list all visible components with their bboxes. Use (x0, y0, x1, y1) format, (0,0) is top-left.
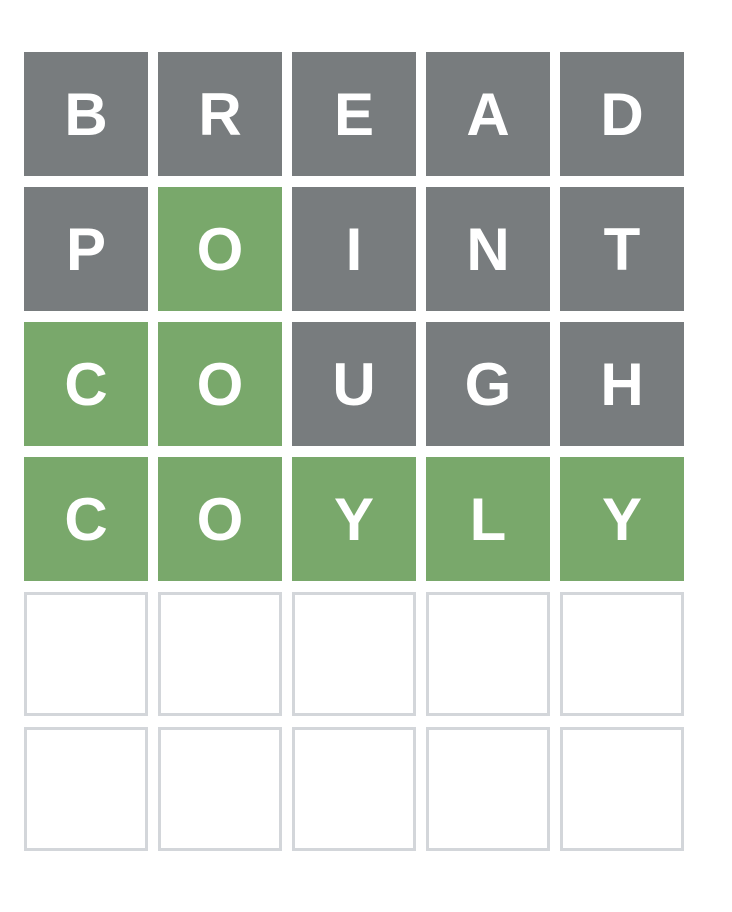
tile-r2-c1: P (24, 187, 148, 311)
tile-r1-c5: D (560, 52, 684, 176)
tile-r5-c1 (24, 592, 148, 716)
game-board: B R E A D P O I N T C O U G H C O Y L Y (24, 52, 684, 851)
tile-r6-c5 (560, 727, 684, 851)
tile-r5-c5 (560, 592, 684, 716)
tile-r1-c3: E (292, 52, 416, 176)
tile-r3-c3: U (292, 322, 416, 446)
tile-r4-c5: Y (560, 457, 684, 581)
tile-r6-c4 (426, 727, 550, 851)
tile-r4-c1: C (24, 457, 148, 581)
tile-r2-c3: I (292, 187, 416, 311)
tile-r6-c1 (24, 727, 148, 851)
tile-r2-c4: N (426, 187, 550, 311)
tile-r1-c4: A (426, 52, 550, 176)
tile-r4-c2: O (158, 457, 282, 581)
tile-r1-c2: R (158, 52, 282, 176)
tile-r1-c1: B (24, 52, 148, 176)
tile-r4-c4: L (426, 457, 550, 581)
tile-r5-c3 (292, 592, 416, 716)
tile-r3-c2: O (158, 322, 282, 446)
tile-r5-c4 (426, 592, 550, 716)
tile-r3-c5: H (560, 322, 684, 446)
tile-r3-c1: C (24, 322, 148, 446)
tile-r2-c2: O (158, 187, 282, 311)
tile-r6-c2 (158, 727, 282, 851)
tile-r6-c3 (292, 727, 416, 851)
tile-r5-c2 (158, 592, 282, 716)
tile-r2-c5: T (560, 187, 684, 311)
tile-r4-c3: Y (292, 457, 416, 581)
tile-r3-c4: G (426, 322, 550, 446)
